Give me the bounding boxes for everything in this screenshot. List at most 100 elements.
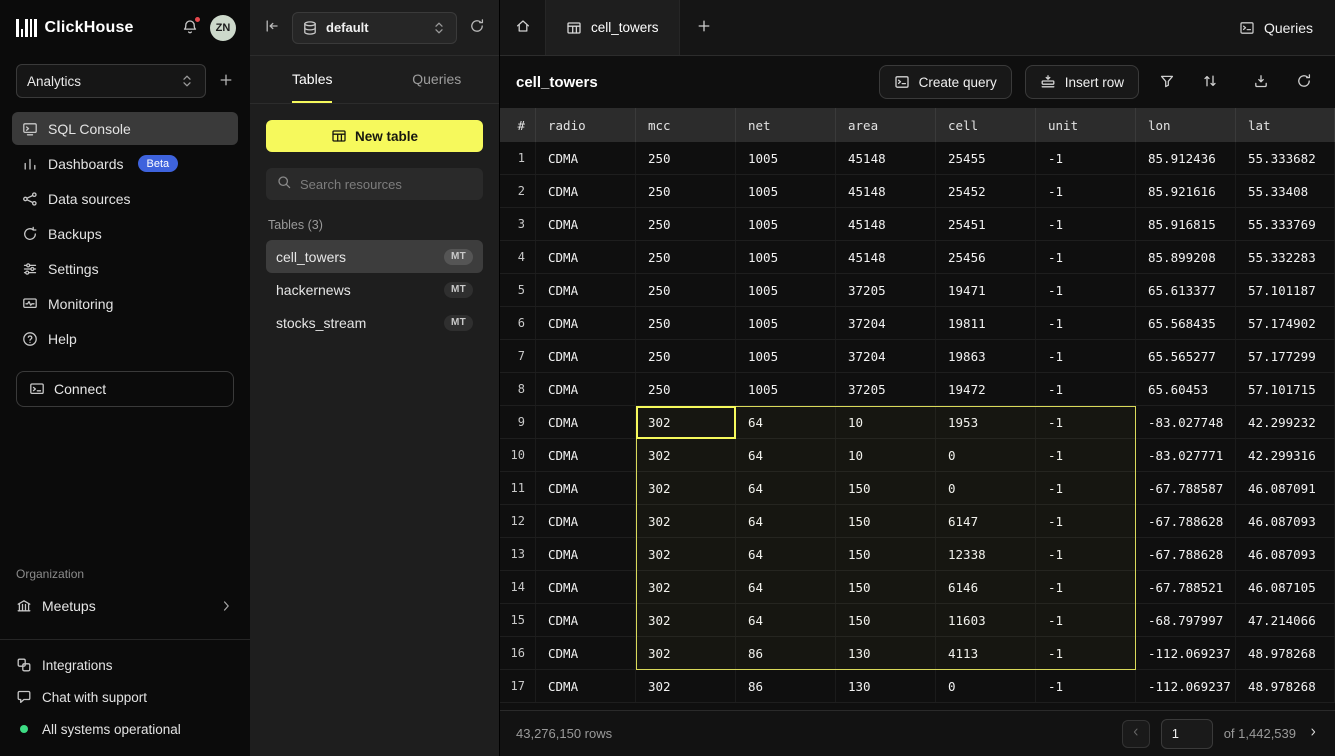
cell[interactable]: 150 bbox=[836, 604, 936, 636]
row-number[interactable]: 2 bbox=[500, 175, 536, 207]
cell[interactable]: 25451 bbox=[936, 208, 1036, 240]
cell[interactable]: 130 bbox=[836, 670, 936, 702]
cell[interactable]: -1 bbox=[1036, 406, 1136, 438]
cell[interactable]: -83.027771 bbox=[1136, 439, 1236, 471]
cell[interactable]: 37205 bbox=[836, 274, 936, 306]
cell[interactable]: 48.978268 bbox=[1236, 637, 1335, 669]
sort-button[interactable] bbox=[1195, 67, 1225, 97]
cell[interactable]: 55.332283 bbox=[1236, 241, 1335, 273]
cell[interactable]: 65.565277 bbox=[1136, 340, 1236, 372]
cell[interactable]: -67.788587 bbox=[1136, 472, 1236, 504]
cell[interactable]: 85.916815 bbox=[1136, 208, 1236, 240]
cell[interactable]: 85.921616 bbox=[1136, 175, 1236, 207]
cell[interactable]: 250 bbox=[636, 142, 736, 174]
cell[interactable]: 55.333769 bbox=[1236, 208, 1335, 240]
cell[interactable]: 64 bbox=[736, 439, 836, 471]
column-header-num[interactable]: # bbox=[500, 108, 536, 142]
cell[interactable]: -1 bbox=[1036, 472, 1136, 504]
column-header-lon[interactable]: lon bbox=[1136, 108, 1236, 142]
cell[interactable]: -1 bbox=[1036, 307, 1136, 339]
collapse-panel-button[interactable] bbox=[264, 18, 280, 37]
cell[interactable]: 250 bbox=[636, 241, 736, 273]
sidebar-item-integrations[interactable]: Integrations bbox=[16, 650, 234, 680]
tab-cell-towers[interactable]: cell_towers bbox=[546, 0, 680, 55]
sidebar-item-meetups[interactable]: Meetups bbox=[16, 589, 234, 623]
cell[interactable]: -1 bbox=[1036, 274, 1136, 306]
cell[interactable]: 64 bbox=[736, 505, 836, 537]
sidebar-item-chat-support[interactable]: Chat with support bbox=[16, 682, 234, 712]
next-page-button[interactable] bbox=[1307, 726, 1319, 741]
notifications-button[interactable] bbox=[178, 16, 202, 40]
cell[interactable]: 302 bbox=[636, 406, 736, 438]
cell[interactable]: 64 bbox=[736, 571, 836, 603]
cell[interactable]: 85.912436 bbox=[1136, 142, 1236, 174]
cell[interactable]: -1 bbox=[1036, 208, 1136, 240]
cell[interactable]: CDMA bbox=[536, 571, 636, 603]
cell[interactable]: 47.214066 bbox=[1236, 604, 1335, 636]
cell[interactable]: 46.087105 bbox=[1236, 571, 1335, 603]
cell[interactable]: 302 bbox=[636, 472, 736, 504]
cell[interactable]: 1005 bbox=[736, 208, 836, 240]
cell[interactable]: 150 bbox=[836, 505, 936, 537]
cell[interactable]: -68.797997 bbox=[1136, 604, 1236, 636]
cell[interactable]: 150 bbox=[836, 571, 936, 603]
column-header-unit[interactable]: unit bbox=[1036, 108, 1136, 142]
sidebar-item-settings[interactable]: Settings bbox=[12, 252, 238, 285]
cell[interactable]: 1005 bbox=[736, 241, 836, 273]
cell[interactable]: 19863 bbox=[936, 340, 1036, 372]
cell[interactable]: 302 bbox=[636, 571, 736, 603]
connect-button[interactable]: Connect bbox=[16, 371, 234, 407]
workspace-selector[interactable]: Analytics bbox=[16, 64, 206, 98]
column-header-cell[interactable]: cell bbox=[936, 108, 1036, 142]
cell[interactable]: 150 bbox=[836, 538, 936, 570]
cell[interactable]: 10 bbox=[836, 406, 936, 438]
cell[interactable]: 1005 bbox=[736, 307, 836, 339]
table-item-stocks_stream[interactable]: stocks_streamMT bbox=[266, 306, 483, 339]
cell[interactable]: 6146 bbox=[936, 571, 1036, 603]
cell[interactable]: CDMA bbox=[536, 538, 636, 570]
cell[interactable]: CDMA bbox=[536, 505, 636, 537]
cell[interactable]: 42.299232 bbox=[1236, 406, 1335, 438]
row-number[interactable]: 6 bbox=[500, 307, 536, 339]
cell[interactable]: 25452 bbox=[936, 175, 1036, 207]
cell[interactable]: 302 bbox=[636, 670, 736, 702]
row-number[interactable]: 4 bbox=[500, 241, 536, 273]
cell[interactable]: 57.177299 bbox=[1236, 340, 1335, 372]
cell[interactable]: 19472 bbox=[936, 373, 1036, 405]
cell[interactable]: 1005 bbox=[736, 274, 836, 306]
add-service-button[interactable] bbox=[218, 72, 234, 91]
cell[interactable]: 86 bbox=[736, 637, 836, 669]
row-number[interactable]: 1 bbox=[500, 142, 536, 174]
cell[interactable]: 57.101715 bbox=[1236, 373, 1335, 405]
cell[interactable]: CDMA bbox=[536, 208, 636, 240]
cell[interactable]: CDMA bbox=[536, 340, 636, 372]
tab-tables[interactable]: Tables bbox=[250, 56, 375, 103]
table-item-cell_towers[interactable]: cell_towersMT bbox=[266, 240, 483, 273]
cell[interactable]: CDMA bbox=[536, 175, 636, 207]
queries-button[interactable]: Queries bbox=[1239, 20, 1313, 36]
home-button[interactable] bbox=[500, 0, 546, 55]
cell[interactable]: CDMA bbox=[536, 472, 636, 504]
cell[interactable]: -1 bbox=[1036, 439, 1136, 471]
column-header-area[interactable]: area bbox=[836, 108, 936, 142]
cell[interactable]: 25456 bbox=[936, 241, 1036, 273]
cell[interactable]: 0 bbox=[936, 439, 1036, 471]
table-item-hackernews[interactable]: hackernewsMT bbox=[266, 273, 483, 306]
cell[interactable]: 65.568435 bbox=[1136, 307, 1236, 339]
refresh-data-button[interactable] bbox=[1289, 67, 1319, 97]
cell[interactable]: 250 bbox=[636, 208, 736, 240]
row-number[interactable]: 8 bbox=[500, 373, 536, 405]
cell[interactable]: 4113 bbox=[936, 637, 1036, 669]
cell[interactable]: 86 bbox=[736, 670, 836, 702]
sidebar-item-data-sources[interactable]: Data sources bbox=[12, 182, 238, 215]
export-button[interactable] bbox=[1246, 67, 1276, 97]
cell[interactable]: CDMA bbox=[536, 439, 636, 471]
cell[interactable]: CDMA bbox=[536, 373, 636, 405]
system-status[interactable]: All systems operational bbox=[16, 714, 234, 744]
cell[interactable]: 48.978268 bbox=[1236, 670, 1335, 702]
cell[interactable]: CDMA bbox=[536, 241, 636, 273]
cell[interactable]: 302 bbox=[636, 637, 736, 669]
cell[interactable]: 37204 bbox=[836, 307, 936, 339]
cell[interactable]: -67.788628 bbox=[1136, 538, 1236, 570]
row-number[interactable]: 3 bbox=[500, 208, 536, 240]
